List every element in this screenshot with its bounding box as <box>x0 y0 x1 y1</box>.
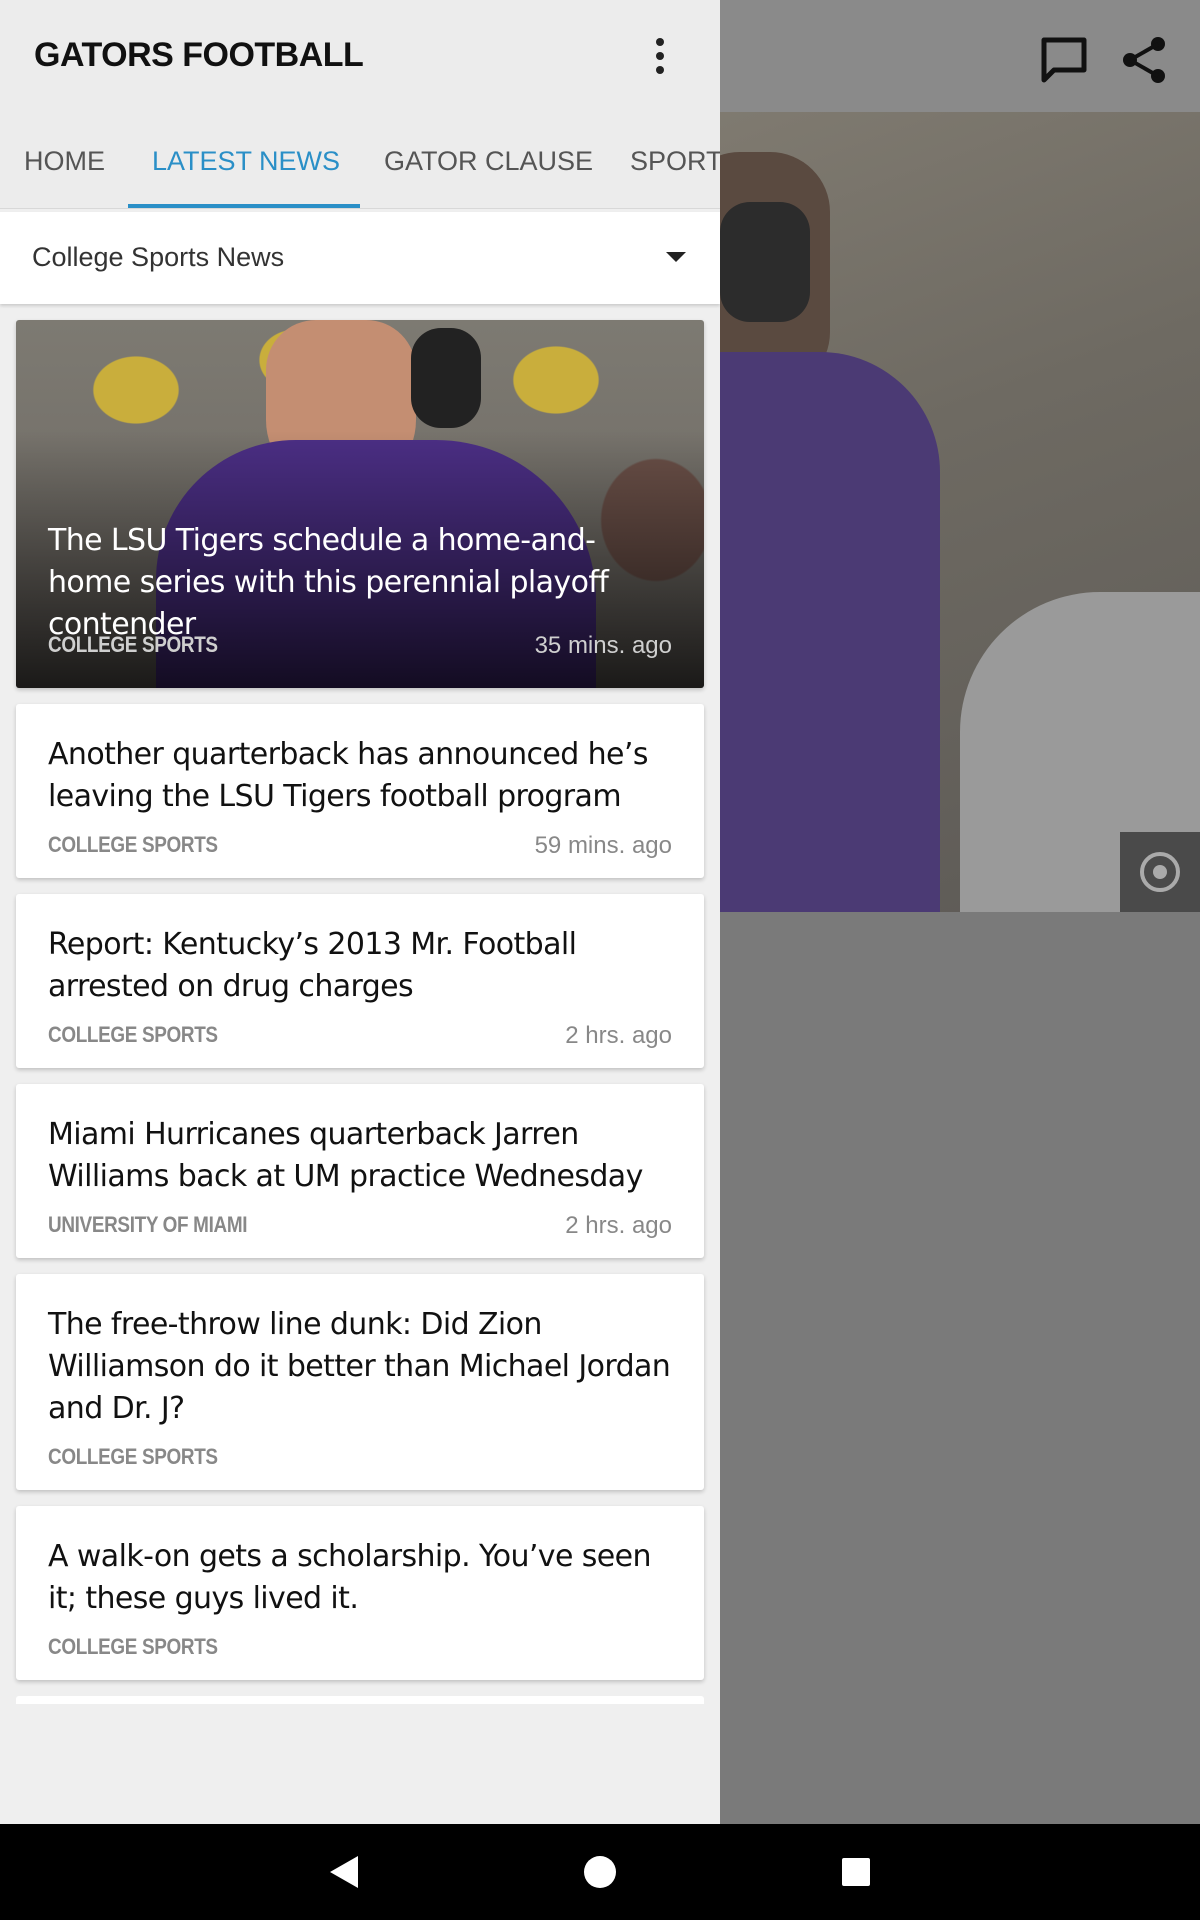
system-nav-bar <box>0 1824 1200 1920</box>
article-card[interactable]: Another quarterback has announced he’s l… <box>16 704 704 878</box>
app-bar: GATORS FOOTBALL <box>0 0 720 112</box>
more-vert-icon[interactable] <box>640 34 680 78</box>
share-icon[interactable] <box>1116 32 1172 88</box>
featured-article-card[interactable]: The LSU Tigers schedule a home-and-home … <box>16 320 704 688</box>
article-source: COLLEGE SPORTS <box>48 632 218 657</box>
article-hero-image <box>720 112 1200 912</box>
dropdown-arrow-icon <box>666 252 686 262</box>
article-card[interactable]: A walk-on gets a scholarship. You’ve see… <box>16 1506 704 1680</box>
news-category-dropdown[interactable]: College Sports News <box>0 212 720 304</box>
article-title: Miami Hurricanes quarterback Jarren Will… <box>48 1117 643 1194</box>
camera-button[interactable] <box>1120 832 1200 912</box>
tab-bar: HOME LATEST NEWS GATOR CLAUSE SPORT <box>0 112 720 209</box>
camera-icon <box>1140 852 1180 892</box>
app-title: GATORS FOOTBALL <box>34 36 364 74</box>
article-title: A walk-on gets a scholarship. You’ve see… <box>48 1539 652 1616</box>
news-drawer: GATORS FOOTBALL HOME LATEST NEWS GATOR C… <box>0 0 720 1824</box>
article-time: 2 hrs. ago <box>565 1212 672 1239</box>
article-source: COLLEGE SPORTS <box>48 1022 218 1047</box>
recent-apps-icon[interactable] <box>842 1858 870 1886</box>
home-icon[interactable] <box>584 1856 616 1888</box>
article-title: Report: Kentucky’s 2013 Mr. Football arr… <box>48 927 577 1004</box>
tab-gator-clause[interactable]: GATOR CLAUSE <box>384 146 593 177</box>
article-source: UNIVERSITY OF MIAMI <box>48 1212 248 1237</box>
article-source: COLLEGE SPORTS <box>48 1634 218 1659</box>
tab-home[interactable]: HOME <box>24 146 105 177</box>
news-feed: The LSU Tigers schedule a home-and-home … <box>16 320 704 1704</box>
back-icon[interactable] <box>330 1856 358 1888</box>
article-card-partial[interactable] <box>16 1696 704 1704</box>
article-card[interactable]: The free-throw line dunk: Did Zion Willi… <box>16 1274 704 1490</box>
article-source: COLLEGE SPORTS <box>48 1444 218 1469</box>
article-card[interactable]: Miami Hurricanes quarterback Jarren Will… <box>16 1084 704 1258</box>
article-time: 2 hrs. ago <box>565 1022 672 1049</box>
comment-icon[interactable] <box>1036 32 1092 88</box>
article-card[interactable]: Report: Kentucky’s 2013 Mr. Football arr… <box>16 894 704 1068</box>
tab-sports[interactable]: SPORT <box>630 146 720 177</box>
tab-latest-news[interactable]: LATEST NEWS <box>152 146 340 177</box>
active-tab-indicator <box>128 204 360 208</box>
article-source: COLLEGE SPORTS <box>48 832 218 857</box>
article-title: The free-throw line dunk: Did Zion Willi… <box>48 1307 671 1426</box>
article-time: 35 mins. ago <box>534 632 672 659</box>
article-title: Another quarterback has announced he’s l… <box>48 737 648 814</box>
dropdown-selected-value: College Sports News <box>32 242 285 272</box>
article-time: 59 mins. ago <box>534 832 672 859</box>
